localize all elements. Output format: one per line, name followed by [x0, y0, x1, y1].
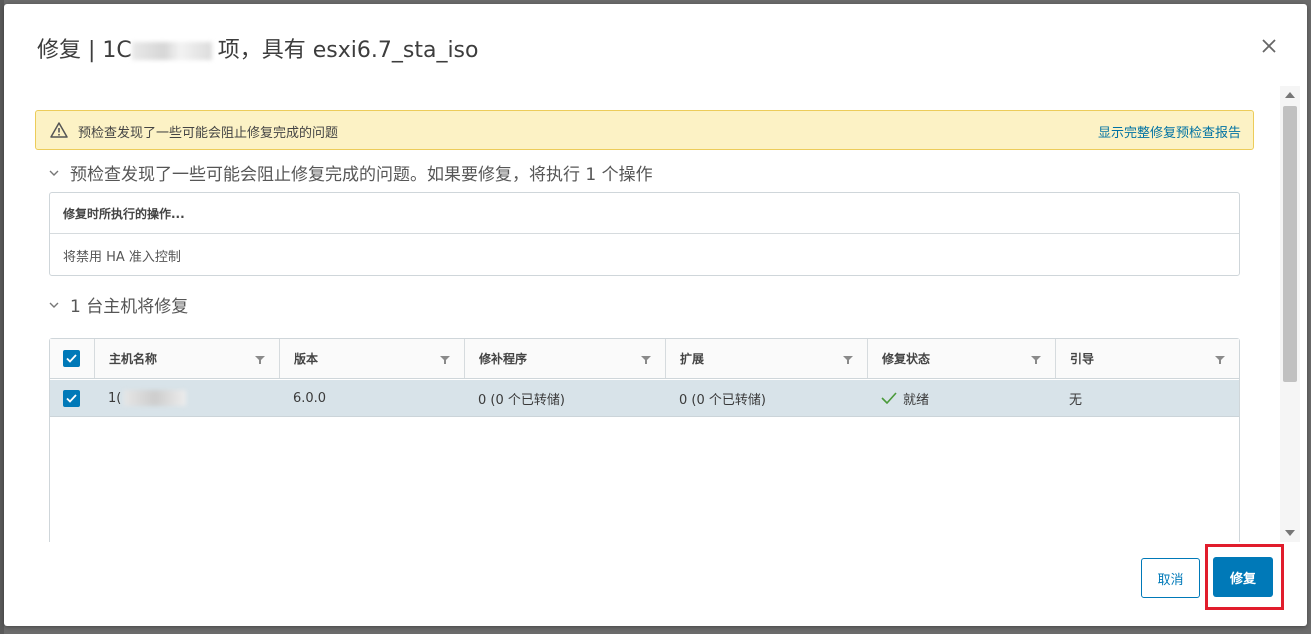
- column-label: 引导: [1070, 352, 1095, 366]
- checkbox-icon: [63, 389, 80, 407]
- dialog-body: 预检查发现了一些可能会阻止修复完成的问题 显示完整修复预检查报告 预检查发现了一…: [4, 86, 1280, 542]
- full-precheck-report-link[interactable]: 显示完整修复预检查报告: [1098, 122, 1241, 141]
- cell-host-name: 1(: [94, 380, 279, 416]
- operations-section-toggle[interactable]: 预检查发现了一些可能会阻止修复完成的问题。如果要修复，将执行 1 个操作: [48, 160, 653, 185]
- column-patches[interactable]: 修补程序: [464, 339, 665, 378]
- cell-boot: 无: [1069, 392, 1083, 408]
- checkbox-icon: [63, 350, 80, 367]
- dialog-title: 修复 | 1C 项，具有 esxi6.7_sta_iso: [37, 32, 478, 64]
- chevron-down-icon: [49, 302, 59, 308]
- select-all-checkbox[interactable]: [50, 339, 94, 378]
- operations-table: 修复时所执行的操作... 将禁用 HA 准入控制: [49, 192, 1240, 276]
- operations-table-header: 修复时所执行的操作...: [50, 193, 1239, 234]
- close-icon: [1262, 39, 1276, 53]
- column-label: 修补程序: [479, 352, 528, 366]
- filter-icon[interactable]: [641, 355, 651, 365]
- column-remediation-status[interactable]: 修复状态: [867, 339, 1055, 378]
- scroll-up-arrow[interactable]: [1285, 92, 1295, 98]
- redacted-host: [124, 390, 187, 406]
- column-label: 修复状态: [882, 352, 931, 366]
- close-button[interactable]: [1257, 34, 1281, 58]
- column-host-name[interactable]: 主机名称: [94, 339, 279, 378]
- filter-icon[interactable]: [440, 355, 450, 365]
- table-row[interactable]: 1( 6.0.0 0 (0 个已转储) 0 (0 个已转储) 就绪 无: [50, 380, 1239, 417]
- warning-icon: [50, 122, 68, 138]
- vertical-scrollbar[interactable]: [1280, 86, 1300, 542]
- filter-icon[interactable]: [843, 355, 853, 365]
- dialog-title-prefix: 修复 | 1C: [37, 38, 132, 63]
- check-icon: [881, 392, 897, 404]
- column-label: 版本: [294, 352, 319, 366]
- redacted-name: [131, 42, 212, 60]
- dialog-title-suffix: 项，具有 esxi6.7_sta_iso: [217, 38, 479, 63]
- column-boot[interactable]: 引导: [1055, 339, 1239, 378]
- cell-patches: 0 (0 个已转储): [478, 392, 565, 408]
- filter-icon[interactable]: [1215, 355, 1225, 365]
- cell-version: 6.0.0: [293, 390, 327, 406]
- filter-icon[interactable]: [255, 355, 265, 365]
- filter-icon[interactable]: [1031, 355, 1041, 365]
- cell-extensions: 0 (0 个已转储): [679, 392, 766, 408]
- column-extensions[interactable]: 扩展: [665, 339, 867, 378]
- chevron-down-icon: [49, 170, 59, 176]
- scroll-down-arrow[interactable]: [1285, 530, 1295, 536]
- column-label: 主机名称: [109, 352, 158, 366]
- column-label: 扩展: [680, 352, 705, 366]
- hosts-section-title: 1 台主机将修复: [70, 297, 189, 317]
- remediate-dialog: 修复 | 1C 项，具有 esxi6.7_sta_iso 预检查发现了一些可能会阻…: [4, 4, 1307, 626]
- remediate-button[interactable]: 修复: [1213, 557, 1273, 597]
- hosts-section-toggle[interactable]: 1 台主机将修复: [48, 292, 188, 317]
- status-text: 就绪: [903, 392, 930, 408]
- hosts-datagrid: 主机名称 版本 修补程序 扩展 修复状态 引导 1(6.0.0 0 (0 个已…: [49, 338, 1240, 542]
- cell-remediation-status: 就绪: [867, 380, 1055, 416]
- host-name-text: 1(: [108, 390, 122, 406]
- scrollbar-thumb[interactable]: [1283, 106, 1297, 382]
- grid-header-row: 主机名称 版本 修补程序 扩展 修复状态 引导: [50, 339, 1239, 379]
- precheck-alert: 预检查发现了一些可能会阻止修复完成的问题 显示完整修复预检查报告: [35, 110, 1254, 150]
- alert-text: 预检查发现了一些可能会阻止修复完成的问题: [78, 126, 339, 141]
- operations-table-row: 将禁用 HA 准入控制: [63, 250, 181, 265]
- operations-section-title: 预检查发现了一些可能会阻止修复完成的问题。如果要修复，将执行 1 个操作: [70, 165, 653, 185]
- row-checkbox[interactable]: [50, 380, 94, 416]
- cancel-button[interactable]: 取消: [1141, 558, 1200, 598]
- column-version[interactable]: 版本: [279, 339, 464, 378]
